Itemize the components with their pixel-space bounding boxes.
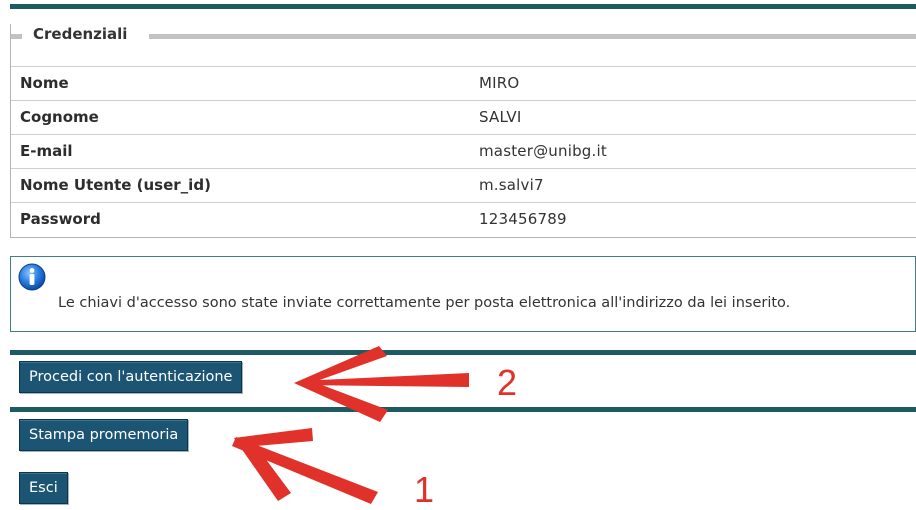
field-value-cognome: SALVI bbox=[479, 108, 522, 126]
credentials-legend: Credenziali bbox=[33, 25, 128, 43]
credentials-table: Nome MIRO Cognome SALVI E-mail master@un… bbox=[11, 66, 916, 236]
legend-rule-left bbox=[11, 34, 22, 39]
arrow-annotation-two bbox=[294, 346, 469, 422]
authenticate-button[interactable]: Procedi con l'autenticazione bbox=[19, 361, 243, 393]
info-message-box: Le chiavi d'accesso sono state inviate c… bbox=[10, 256, 916, 332]
field-label-password: Password bbox=[20, 210, 101, 228]
credentials-fieldset: Credenziali Nome MIRO Cognome SALVI E-ma… bbox=[10, 24, 916, 238]
info-icon bbox=[18, 263, 46, 291]
arrow-annotation-one bbox=[232, 428, 378, 504]
table-row: E-mail master@unibg.it bbox=[11, 134, 916, 168]
exit-button[interactable]: Esci bbox=[19, 472, 68, 504]
table-row: Cognome SALVI bbox=[11, 100, 916, 134]
table-row: Password 123456789 bbox=[11, 202, 916, 236]
top-divider bbox=[10, 4, 916, 9]
field-label-cognome: Cognome bbox=[20, 108, 99, 126]
print-reminder-button[interactable]: Stampa promemoria bbox=[19, 419, 189, 451]
info-message: Le chiavi d'accesso sono state inviate c… bbox=[58, 295, 791, 311]
annotation-number-two: 2 bbox=[497, 362, 518, 403]
table-row: Nome MIRO bbox=[11, 66, 916, 100]
field-value-password: 123456789 bbox=[479, 210, 567, 228]
legend-rule-right bbox=[149, 34, 916, 39]
field-label-email: E-mail bbox=[20, 142, 73, 160]
annotation-number-one: 1 bbox=[414, 469, 435, 510]
field-value-nome: MIRO bbox=[479, 74, 520, 92]
field-value-email: master@unibg.it bbox=[479, 142, 607, 160]
table-row: Nome Utente (user_id) m.salvi7 bbox=[11, 168, 916, 202]
field-label-nome: Nome bbox=[20, 74, 69, 92]
field-value-user-id: m.salvi7 bbox=[479, 176, 544, 194]
field-label-user-id: Nome Utente (user_id) bbox=[20, 176, 211, 194]
